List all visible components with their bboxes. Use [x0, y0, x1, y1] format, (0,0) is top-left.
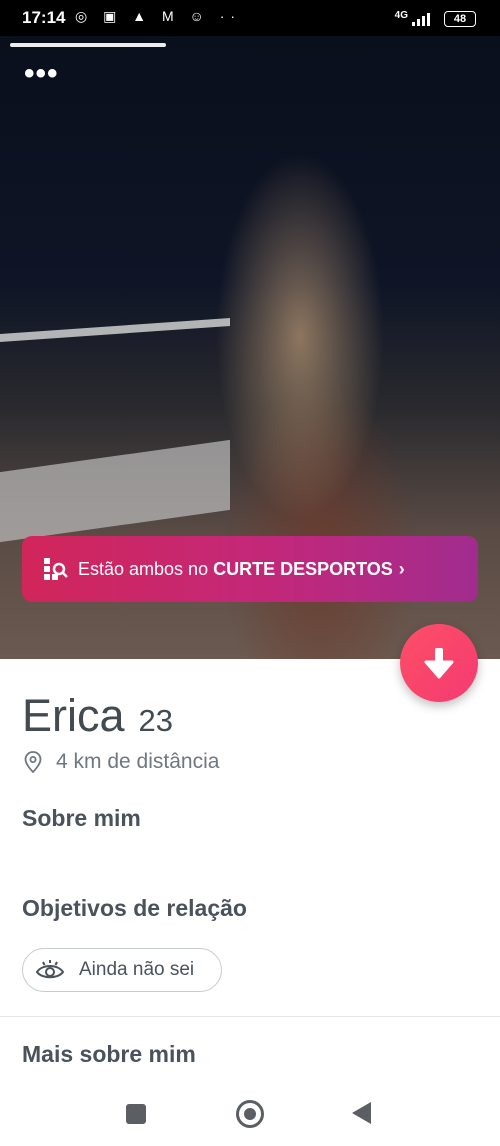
relationship-goal-chip: Ainda não sei	[22, 948, 222, 992]
back-button[interactable]	[352, 1102, 371, 1124]
interest-icon	[44, 558, 68, 580]
photo-railing	[0, 317, 230, 343]
arrow-down-icon	[424, 648, 454, 679]
location-pin-icon	[24, 751, 42, 773]
goals-heading: Objetivos de relação	[22, 895, 247, 921]
home-button[interactable]	[236, 1100, 264, 1128]
section-divider	[0, 1016, 500, 1017]
profile-age: 23	[138, 703, 174, 738]
banner-text: Estão ambos no CURTE DESPORTOS	[78, 559, 393, 580]
distance-text: 4 km de distância	[56, 750, 220, 773]
profile-header: Erica 23	[22, 690, 173, 742]
eye-icon	[35, 960, 65, 979]
network-type: 4G	[394, 10, 408, 21]
profile-name: Erica	[22, 690, 125, 741]
shared-interest-banner[interactable]: Estão ambos no CURTE DESPORTOS ›	[22, 536, 478, 602]
more-about-heading: Mais sobre mim	[22, 1041, 196, 1067]
status-time: 17:14	[22, 8, 66, 27]
recent-apps-button[interactable]	[126, 1104, 146, 1124]
photo-progress-bar	[10, 43, 166, 47]
chevron-right-icon: ›	[398, 558, 405, 579]
banner-highlight: CURTE DESPORTOS	[213, 558, 393, 579]
status-bar: 17:14 ◎ ▣ ▲ M ☺ ·· 4G 48	[0, 0, 500, 36]
distance-row: 4 km de distância	[22, 750, 219, 774]
battery-icon: 48	[444, 11, 476, 27]
notification-icons: ◎ ▣ ▲ M ☺ ··	[75, 8, 242, 24]
photo-ledge	[0, 439, 230, 543]
system-nav-bar	[0, 1080, 500, 1146]
signal-icon	[412, 13, 430, 26]
profile-photo[interactable]: ••• Estão ambos no CURTE DESPORTOS ›	[0, 36, 500, 659]
more-dots-icon[interactable]: •••	[24, 59, 59, 89]
about-heading: Sobre mim	[22, 805, 141, 831]
goal-chip-label: Ainda não sei	[79, 959, 195, 980]
banner-prefix: Estão ambos no	[78, 558, 209, 579]
collapse-profile-button[interactable]	[400, 624, 478, 702]
